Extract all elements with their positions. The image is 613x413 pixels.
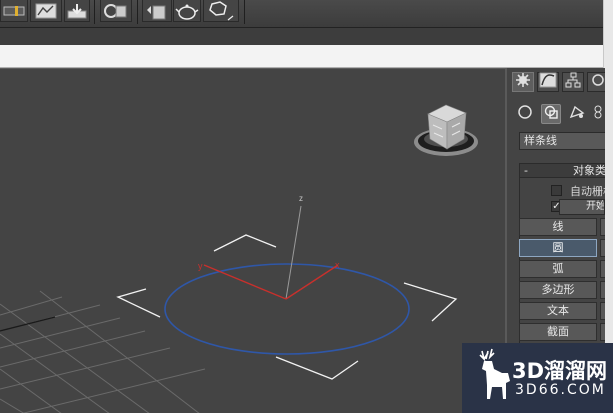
app-window: z y x 样条线 - 对象类 自动栅 ✓ 开始 线 圆 弧 多边形 文本 截面… — [0, 0, 613, 413]
select-filter-button[interactable] — [0, 0, 28, 22]
ribbon-bar — [0, 28, 603, 46]
curve-editor-icon — [35, 3, 57, 19]
section-button[interactable]: 截面 — [519, 323, 597, 341]
ngon-button[interactable]: 多边形 — [519, 281, 597, 299]
save-button[interactable] — [64, 0, 90, 22]
perspective-viewport[interactable]: z y x — [0, 68, 505, 413]
donut-button[interactable] — [600, 260, 605, 278]
material-editor-icon — [145, 2, 169, 20]
shapes-category[interactable] — [541, 104, 561, 124]
hierarchy-tab[interactable] — [562, 72, 584, 92]
cameras-category[interactable] — [591, 104, 605, 124]
star-button[interactable] — [600, 281, 605, 299]
watermark-url: 3D66.COM — [515, 382, 606, 398]
rollout-collapse-symbol: - — [524, 164, 528, 177]
rectangle-button[interactable] — [600, 218, 605, 236]
toolbar-separator — [137, 0, 138, 24]
category-dropdown[interactable]: 样条线 — [519, 132, 605, 150]
lights-icon — [569, 104, 585, 124]
view-cube-icon[interactable] — [414, 104, 478, 156]
modify-tab[interactable] — [537, 72, 559, 92]
motion-tab-icon — [591, 72, 605, 92]
create-tab[interactable] — [512, 72, 534, 92]
axis-y-label: y — [198, 261, 203, 271]
ribbon-panel — [0, 45, 603, 68]
text-button[interactable]: 文本 — [519, 302, 597, 320]
curve-editor-button[interactable] — [30, 0, 62, 22]
render-frame-button[interactable] — [203, 0, 239, 22]
material-editor-button[interactable] — [142, 0, 172, 22]
watermark: 3D溜溜网 3D66.COM — [462, 343, 613, 413]
render-setup-button[interactable] — [100, 0, 132, 22]
toolbar-separator — [94, 0, 95, 24]
line-button[interactable]: 线 — [519, 218, 597, 236]
rollout-title: 对象类型 — [573, 164, 605, 177]
circle-button-label: 圆 — [552, 241, 564, 254]
create-tab-icon — [515, 72, 531, 92]
circle-spline[interactable] — [164, 263, 410, 355]
render-setup-icon — [103, 3, 129, 19]
geometry-category[interactable] — [515, 104, 535, 124]
arc-button-label: 弧 — [552, 262, 564, 275]
modify-tab-icon — [539, 72, 557, 92]
deer-logo-icon — [479, 348, 510, 399]
category-dropdown-value: 样条线 — [524, 134, 557, 147]
object-type-rollout-header[interactable]: - 对象类型 — [519, 163, 605, 178]
ngon-button-label: 多边形 — [541, 283, 575, 296]
arc-button[interactable]: 弧 — [519, 260, 597, 278]
teapot-render-button[interactable] — [173, 0, 201, 22]
transform-gizmo[interactable]: z y x — [198, 194, 340, 300]
home-grid — [0, 290, 206, 413]
save-icon — [67, 3, 87, 19]
geometry-icon — [517, 104, 533, 124]
toolbar-separator — [244, 0, 245, 24]
main-toolbar — [0, 0, 603, 28]
line-button-label: 线 — [552, 220, 564, 233]
helix-button[interactable] — [600, 302, 605, 320]
section-button-label: 截面 — [547, 325, 569, 338]
motion-tab[interactable] — [587, 72, 605, 92]
axis-x-label: x — [335, 260, 340, 270]
shapes-icon — [543, 104, 559, 124]
selection-brackets — [116, 234, 458, 380]
teapot-render-icon — [175, 2, 199, 20]
viewport-scene: z y x — [0, 104, 478, 413]
hierarchy-tab-icon — [565, 72, 581, 92]
axis-z-label: z — [299, 194, 303, 203]
text-button-label: 文本 — [547, 304, 569, 317]
circle-button[interactable]: 圆 — [519, 239, 597, 257]
lights-category[interactable] — [567, 104, 587, 124]
cameras-icon — [593, 104, 605, 124]
ellipse-button[interactable] — [600, 239, 605, 257]
egg-button[interactable] — [600, 323, 605, 341]
render-frame-icon — [206, 0, 236, 22]
watermark-brand: 3D溜溜网 — [512, 359, 608, 383]
select-filter-icon — [3, 4, 25, 18]
